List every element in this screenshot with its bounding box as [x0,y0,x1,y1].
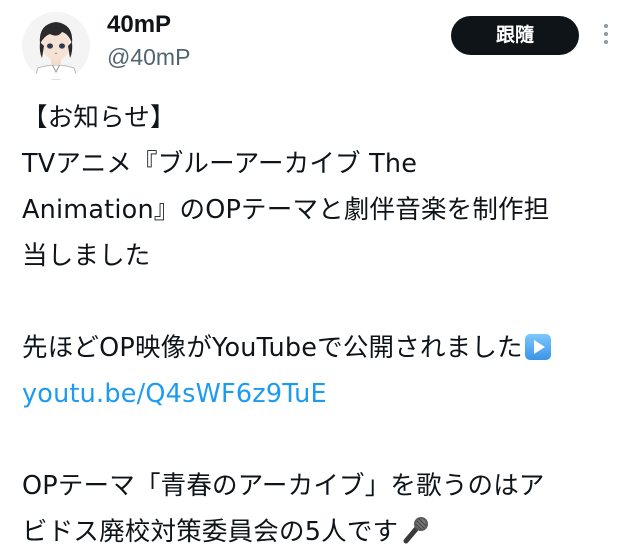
youtube-link[interactable]: youtu.be/Q4sWF6z9TuE [22,379,327,409]
tweet-line-with-emoji: 先ほどOP映像がYouTubeで公開されました [22,325,632,371]
tweet-line: 当しました [22,241,151,271]
play-button-emoji-icon [524,334,551,360]
tweet-link-line: youtu.be/Q4sWF6z9TuE [22,371,632,417]
tweet-line-with-emoji: ビドス廃校対策委員会の5人です [22,509,632,555]
tweet-header: 40mP @40mP 跟隨 [0,0,640,90]
tweet-line: 先ほどOP映像がYouTubeで公開されました [22,333,523,363]
avatar[interactable] [22,12,90,80]
user-handle[interactable]: @40mP [107,42,190,72]
author-info[interactable]: 40mP @40mP [107,10,190,72]
tweet-line: TVアニメ『ブルーアーカイブ The [22,149,418,179]
tweet-line: 【お知らせ】 [22,103,176,133]
tweet-line: ビドス廃校対策委員会の5人です [22,517,399,547]
follow-button[interactable]: 跟隨 [451,16,579,55]
display-name[interactable]: 40mP [107,10,190,40]
tweet-line: OPテーマ「青春のアーカイブ」を歌うのはア [22,471,545,501]
more-vertical-icon[interactable] [598,24,614,48]
tweet-line: Animation』のOPテーマと劇伴音楽を制作担 [22,195,550,225]
avatar-character-icon [22,12,90,80]
tweet-text: 【お知らせ】 TVアニメ『ブルーアーカイブ The Animation』のOPテ… [22,95,632,555]
microphone-emoji-icon [403,517,429,544]
